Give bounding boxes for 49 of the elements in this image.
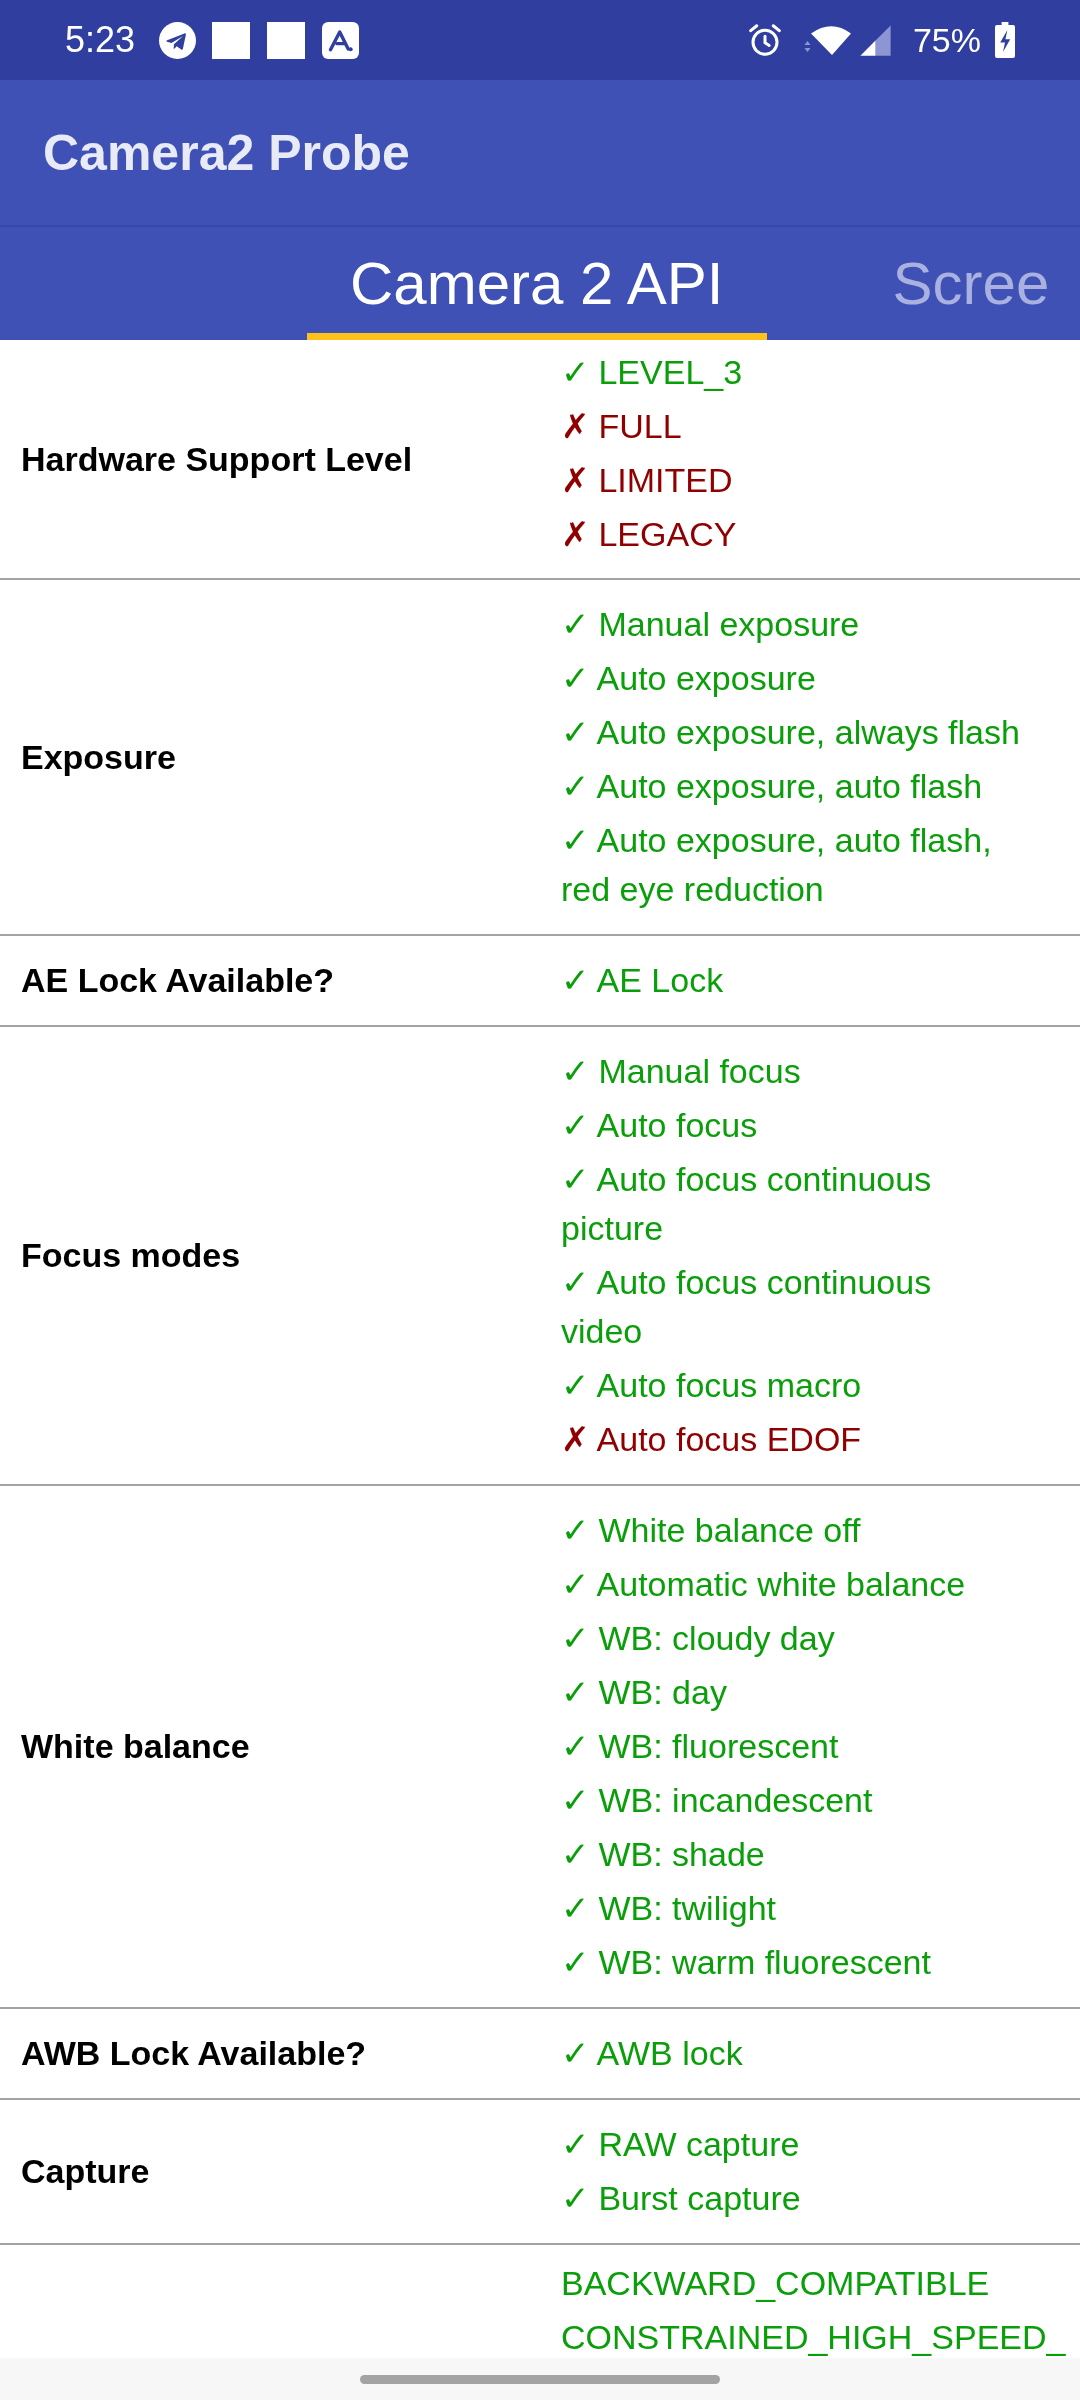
alarm-icon	[746, 22, 783, 58]
capability-item: ✓ Auto exposure, auto flash, red eye reduction	[561, 820, 993, 910]
signal-icon	[858, 23, 892, 57]
capability-item: ✓ RAW capture	[561, 2124, 800, 2165]
capability-item: ✓ Auto focus continuous picture	[561, 1159, 933, 1249]
capability-item: ✓ AE Lock	[561, 960, 724, 1001]
capability-item: ✓ Auto focus macro	[561, 1365, 862, 1406]
row-label: Hardware Support Level	[21, 438, 413, 480]
row-label: White balance	[21, 1726, 250, 1768]
capability-item: CONSTRAINED_HIGH_SPEED_	[561, 2317, 1066, 2358]
capability-item: ✓ WB: twilight	[561, 1888, 777, 1929]
row-label: Capture	[21, 2151, 150, 2193]
capability-item: ✗ LEGACY	[561, 514, 737, 555]
capability-item: ✓ Manual focus	[561, 1051, 801, 1092]
battery-percent: 75%	[912, 23, 981, 57]
capability-item: ✓ WB: cloudy day	[561, 1618, 835, 1659]
capability-item: ✓ Auto exposure, always flash	[561, 712, 1020, 753]
app-title: Camera2 Probe	[43, 127, 410, 178]
capability-item: ✗ FULL	[561, 406, 682, 447]
capability-item: ✓ Auto focus continuous video	[561, 1262, 933, 1352]
capability-item: ✓ Auto exposure, auto flash	[561, 766, 983, 807]
battery-charging-icon	[995, 22, 1015, 58]
capability-item: ✓ Auto exposure	[561, 658, 816, 699]
paper-plane-icon	[159, 21, 197, 59]
triangle-tile-icon	[321, 21, 361, 59]
row-label: Exposure	[21, 736, 176, 778]
wifi-icon	[803, 24, 851, 56]
capability-item: ✓ WB: fluorescent	[561, 1726, 839, 1767]
row-label: AE Lock Available?	[21, 960, 335, 1002]
status-time: 5:23	[65, 22, 136, 58]
row-label: Focus modes	[21, 1235, 241, 1277]
capability-item: ✗ Auto focus EDOF	[561, 1419, 862, 1460]
capability-item: ✓ WB: warm fluorescent	[561, 1942, 931, 1983]
row-label: AWB Lock Available?	[21, 2033, 367, 2075]
capability-item: ✓ WB: shade	[561, 1834, 765, 1875]
capability-item: ✓ White balance off	[561, 1510, 861, 1551]
square-icon	[212, 21, 251, 59]
capability-item: ✓ WB: day	[561, 1672, 727, 1713]
capability-item: ✓ WB: incandescent	[561, 1780, 873, 1821]
capability-item: ✓ Auto focus	[561, 1105, 758, 1146]
gesture-handle[interactable]	[360, 2374, 720, 2384]
capability-item: BACKWARD_COMPATIBLE	[561, 2263, 990, 2304]
capability-item: ✓ LEVEL_3	[561, 352, 743, 393]
capability-item: ✓ Automatic white balance	[561, 1564, 966, 1605]
square-icon	[267, 21, 306, 59]
capability-item: ✓ Manual exposure	[561, 604, 860, 645]
capability-item: ✗ LIMITED	[561, 460, 733, 501]
capability-item: ✓ Burst capture	[561, 2178, 801, 2219]
capability-item: ✓ AWB lock	[561, 2033, 743, 2074]
